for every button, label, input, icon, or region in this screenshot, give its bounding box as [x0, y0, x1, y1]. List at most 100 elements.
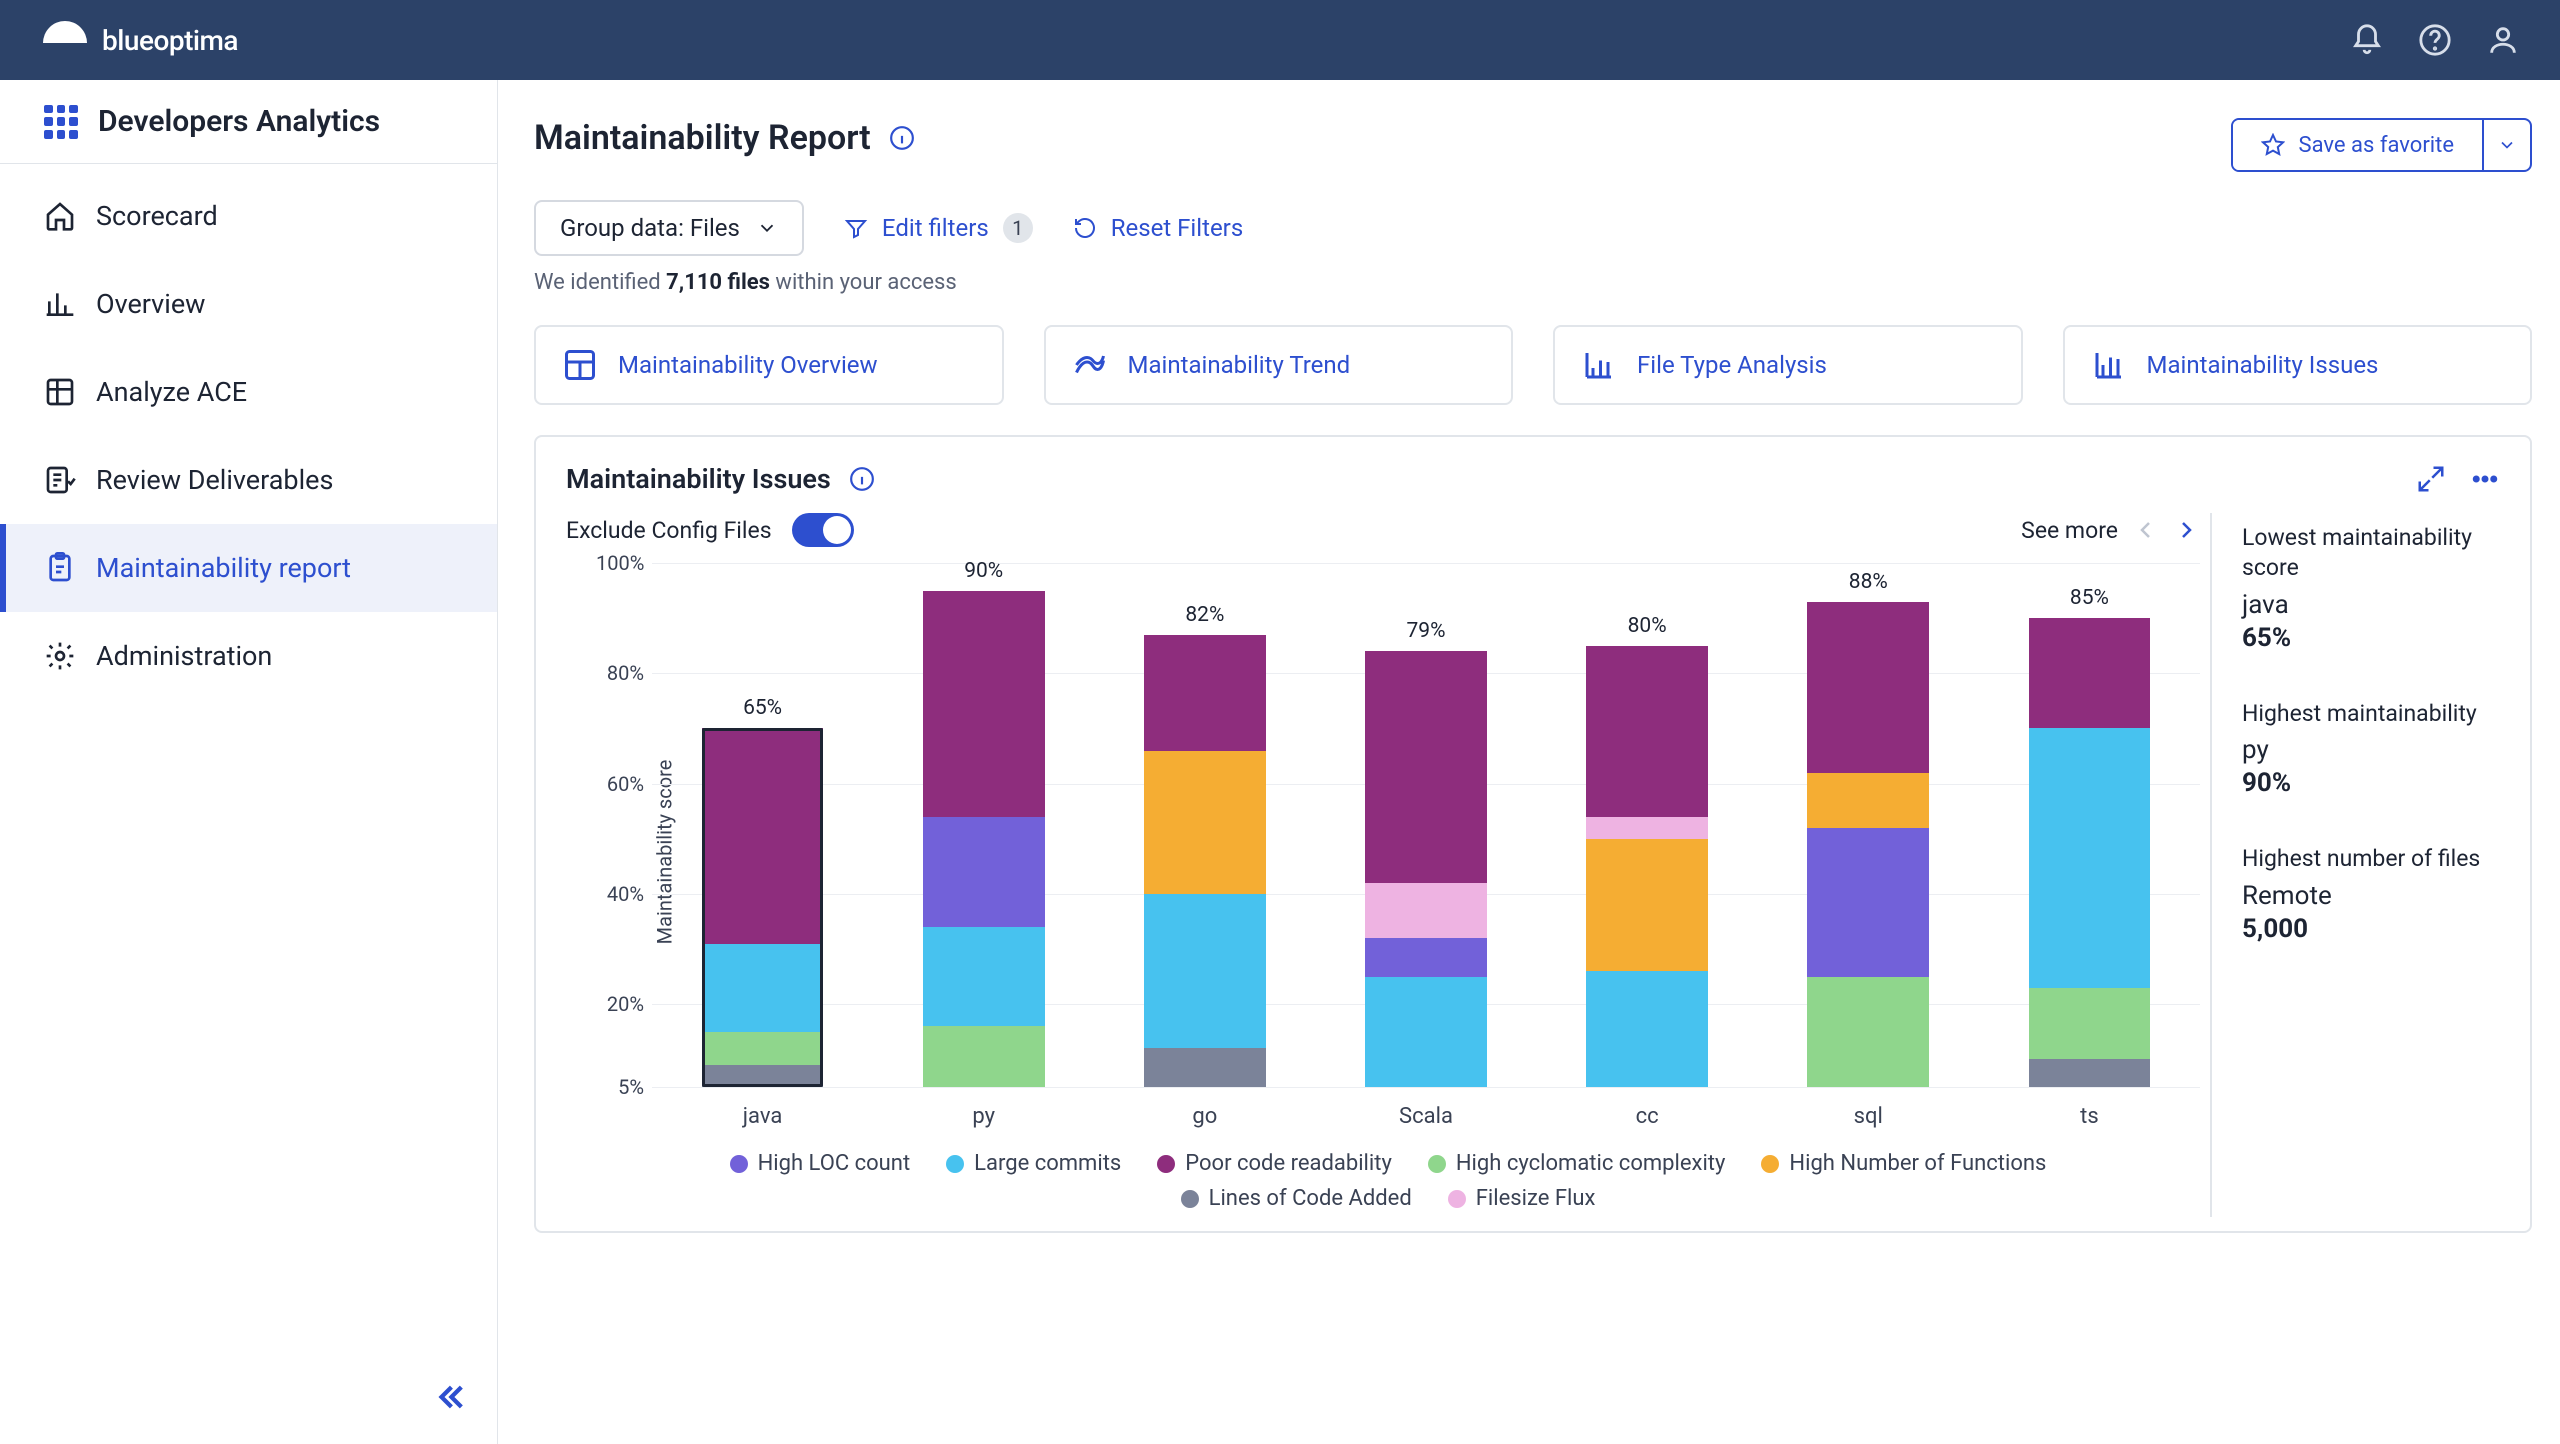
- report-tabs: Maintainability Overview Maintainability…: [534, 325, 2532, 405]
- sidebar-title: Developers Analytics: [98, 104, 380, 139]
- chart-prev-icon[interactable]: [2134, 518, 2158, 542]
- sidebar-item-scorecard[interactable]: Scorecard: [0, 172, 497, 260]
- bar-segment-read: [702, 728, 824, 943]
- bar-group[interactable]: 79%: [1315, 563, 1536, 1087]
- legend-item[interactable]: High Number of Functions: [1761, 1151, 2046, 1176]
- bar-group[interactable]: 90%: [873, 563, 1094, 1087]
- issues-panel: Maintainability Issues Exclude Config Fi…: [534, 435, 2532, 1233]
- chart-next-icon[interactable]: [2174, 518, 2198, 542]
- stat-files: Highest number of files Remote 5,000: [2242, 844, 2500, 944]
- tab-maintainability-trend[interactable]: Maintainability Trend: [1044, 325, 1514, 405]
- collapse-sidebar-icon[interactable]: [433, 1380, 467, 1414]
- bar-segment-func: [1144, 751, 1266, 894]
- issues-chart-icon: [2091, 347, 2127, 383]
- save-favorite-group: Save as favorite: [2231, 118, 2532, 172]
- bar-segment-flux: [1586, 817, 1708, 839]
- sidebar-item-review-deliverables[interactable]: Review Deliverables: [0, 436, 497, 524]
- legend-label: Filesize Flux: [1476, 1186, 1596, 1211]
- expand-icon[interactable]: [2416, 464, 2446, 494]
- brand-logo[interactable]: blueoptima: [40, 18, 238, 62]
- panel-title: Maintainability Issues: [566, 463, 831, 495]
- ytick-label: 60%: [596, 772, 644, 796]
- tab-maintainability-overview[interactable]: Maintainability Overview: [534, 325, 1004, 405]
- legend-item[interactable]: Lines of Code Added: [1181, 1186, 1412, 1211]
- legend-dot-icon: [1428, 1155, 1446, 1173]
- issues-chart: Maintainability score 5%20%40%60%80%100%…: [566, 557, 2210, 1147]
- page-header: Maintainability Report Save as favorite: [534, 118, 2532, 172]
- bar-total-label: 82%: [1185, 603, 1224, 627]
- bar-total-label: 80%: [1628, 614, 1667, 638]
- edit-filters-button[interactable]: Edit filters 1: [844, 213, 1033, 243]
- bar-segment-read: [1144, 635, 1266, 751]
- apps-icon: [44, 105, 78, 139]
- sidebar-item-label: Scorecard: [96, 200, 218, 232]
- x-label: java: [652, 1104, 873, 1129]
- dashboard-icon: [562, 347, 598, 383]
- save-favorite-button[interactable]: Save as favorite: [2233, 120, 2482, 170]
- legend-item[interactable]: High cyclomatic complexity: [1428, 1151, 1726, 1176]
- tab-file-type-analysis[interactable]: File Type Analysis: [1553, 325, 2023, 405]
- logo-icon: [40, 18, 90, 62]
- legend-item[interactable]: Filesize Flux: [1448, 1186, 1596, 1211]
- bar-segment-flux: [1365, 883, 1487, 938]
- legend-label: Lines of Code Added: [1209, 1186, 1412, 1211]
- bar-line-icon: [1581, 347, 1617, 383]
- bar-group[interactable]: 82%: [1094, 563, 1315, 1087]
- info-icon[interactable]: [849, 466, 875, 492]
- reset-icon: [1073, 216, 1097, 240]
- legend-dot-icon: [1761, 1155, 1779, 1173]
- bar-group[interactable]: 65%: [652, 563, 873, 1087]
- legend-label: Poor code readability: [1185, 1151, 1392, 1176]
- user-icon[interactable]: [2486, 23, 2520, 57]
- save-favorite-dropdown[interactable]: [2482, 120, 2530, 170]
- bar-segment-read: [1807, 602, 1929, 773]
- bar-segment-read: [923, 591, 1045, 817]
- bar-segment-lines: [2029, 1059, 2151, 1087]
- legend-label: High LOC count: [758, 1151, 911, 1176]
- stat-name: py: [2242, 734, 2500, 768]
- bar-group[interactable]: 88%: [1758, 563, 1979, 1087]
- stats-column: Lowest maintainability score java 65% Hi…: [2210, 513, 2500, 1217]
- bar-segment-read: [1365, 651, 1487, 883]
- x-label: ts: [1979, 1104, 2200, 1129]
- group-data-select[interactable]: Group data: Files: [534, 200, 804, 256]
- gear-icon: [44, 640, 76, 672]
- sidebar-item-analyze-ace[interactable]: Analyze ACE: [0, 348, 497, 436]
- page-title: Maintainability Report: [534, 118, 871, 158]
- edit-filters-label: Edit filters: [882, 214, 989, 242]
- topbar: blueoptima: [0, 0, 2560, 80]
- sidebar-item-overview[interactable]: Overview: [0, 260, 497, 348]
- stat-value: 65%: [2242, 623, 2500, 653]
- bar-total-label: 85%: [2070, 586, 2109, 610]
- x-label: sql: [1758, 1104, 1979, 1129]
- sidebar-item-maintainability-report[interactable]: Maintainability report: [0, 524, 497, 612]
- bell-icon[interactable]: [2350, 23, 2384, 57]
- legend-item[interactable]: Poor code readability: [1157, 1151, 1392, 1176]
- legend-item[interactable]: High LOC count: [730, 1151, 911, 1176]
- stat-name: Remote: [2242, 880, 2500, 914]
- bar-segment-lines: [702, 1065, 824, 1087]
- info-icon[interactable]: [889, 125, 915, 151]
- group-data-label: Group data: Files: [560, 214, 740, 242]
- more-icon[interactable]: [2470, 464, 2500, 494]
- legend-dot-icon: [730, 1155, 748, 1173]
- reset-filters-button[interactable]: Reset Filters: [1073, 214, 1243, 242]
- bar-group[interactable]: 80%: [1537, 563, 1758, 1087]
- legend-item[interactable]: Large commits: [946, 1151, 1121, 1176]
- help-icon[interactable]: [2418, 23, 2452, 57]
- bar-chart-icon: [44, 288, 76, 320]
- bar-segment-loc: [923, 817, 1045, 927]
- bar-segment-func: [1807, 773, 1929, 828]
- sidebar-item-administration[interactable]: Administration: [0, 612, 497, 700]
- exclude-config-toggle[interactable]: [792, 513, 854, 547]
- see-more-link[interactable]: See more: [2021, 517, 2118, 544]
- bar-total-label: 65%: [743, 696, 782, 720]
- legend-dot-icon: [1181, 1190, 1199, 1208]
- bar-group[interactable]: 85%: [1979, 563, 2200, 1087]
- sidebar: Developers Analytics Scorecard Overview …: [0, 80, 498, 1444]
- tab-maintainability-issues[interactable]: Maintainability Issues: [2063, 325, 2533, 405]
- x-label: Scala: [1315, 1104, 1536, 1129]
- bar-total-label: 90%: [964, 559, 1003, 583]
- stat-lowest: Lowest maintainability score java 65%: [2242, 523, 2500, 653]
- chevron-down-icon: [756, 217, 778, 239]
